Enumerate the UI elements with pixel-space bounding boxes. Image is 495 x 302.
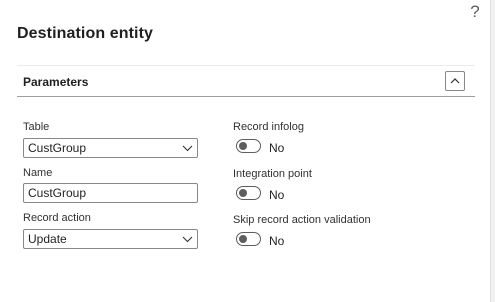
section-title: Parameters [23, 75, 89, 89]
collapse-section-button[interactable] [445, 71, 465, 91]
chevron-down-icon [182, 145, 193, 152]
record-infolog-toggle[interactable] [236, 139, 261, 153]
toggle-knob [239, 189, 247, 197]
record-action-value: Update [28, 232, 67, 246]
integration-point-label: Integration point [233, 168, 312, 180]
window-edge [490, 0, 495, 302]
table-value: CustGroup [28, 141, 87, 155]
skip-validation-state: No [269, 234, 285, 248]
name-value: CustGroup [28, 186, 87, 200]
name-field[interactable]: CustGroup [23, 183, 198, 203]
integration-point-toggle[interactable] [236, 186, 261, 200]
help-button[interactable]: ? [466, 2, 484, 22]
name-label: Name [23, 167, 53, 179]
page-title: Destination entity [17, 25, 154, 42]
record-action-label: Record action [23, 212, 91, 224]
destination-entity-dialog: ? Destination entity Parameters Table Cu… [0, 0, 490, 302]
record-infolog-state: No [269, 141, 285, 155]
toggle-knob [239, 142, 247, 150]
chevron-up-icon [450, 78, 460, 84]
record-infolog-label: Record infolog [233, 121, 304, 133]
skip-validation-label: Skip record action validation [233, 214, 371, 226]
chevron-down-icon [182, 236, 193, 243]
integration-point-state: No [269, 188, 285, 202]
skip-validation-toggle[interactable] [236, 232, 261, 246]
table-label: Table [23, 121, 50, 133]
record-action-dropdown[interactable]: Update [23, 229, 198, 249]
parameters-section-header[interactable]: Parameters [17, 65, 475, 97]
toggle-knob [239, 235, 247, 243]
table-dropdown[interactable]: CustGroup [23, 138, 198, 158]
